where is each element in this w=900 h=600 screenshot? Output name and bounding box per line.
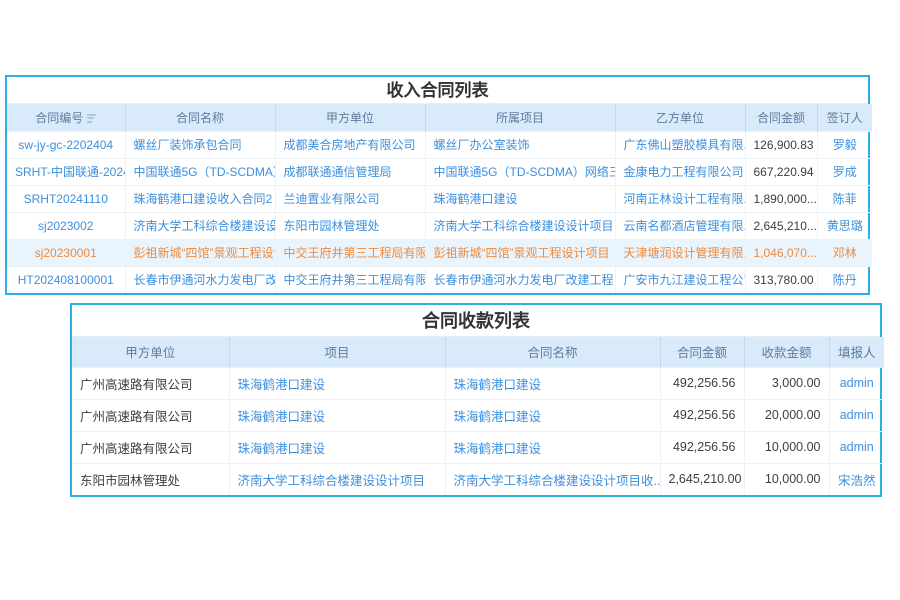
col-header-project: 项目 [229, 337, 445, 367]
col-header-party-b: 乙方单位 [615, 104, 745, 131]
party-b-cell[interactable]: 金康电力工程有限公司 [615, 158, 745, 185]
table-row[interactable]: SRHT-中国联通-2024... 中国联通5G（TD-SCDMA）... 成都… [7, 158, 872, 185]
contract-name-link[interactable]: 珠海鹤港口建设 [445, 431, 660, 463]
project-cell[interactable]: 济南大学工科综合楼建设设计项目 [425, 212, 615, 239]
project-cell[interactable]: 螺丝厂办公室装饰 [425, 131, 615, 158]
col-header-contract-name: 合同名称 [445, 337, 660, 367]
contract-code-link[interactable]: sw-jy-gc-2202404 [7, 131, 125, 158]
contract-receipt-panel: 合同收款列表 甲方单位 项目 合同名称 合同金额 收款金额 填报人 广州高速路有… [70, 303, 882, 497]
contract-name-link[interactable]: 济南大学工科综合楼建设设计项目收... [445, 463, 660, 495]
amount-cell: 126,900.83 [745, 131, 817, 158]
project-link[interactable]: 珠海鹤港口建设 [229, 431, 445, 463]
party-b-cell[interactable]: 广安市九江建设工程公司 [615, 266, 745, 293]
project-cell[interactable]: 珠海鹤港口建设 [425, 185, 615, 212]
reporter-link[interactable]: admin [829, 399, 884, 431]
income-table-title: 收入合同列表 [7, 77, 868, 104]
contract-receipt-table: 甲方单位 项目 合同名称 合同金额 收款金额 填报人 广州高速路有限公司 珠海鹤… [72, 337, 884, 495]
receipt-header-row: 甲方单位 项目 合同名称 合同金额 收款金额 填报人 [72, 337, 884, 367]
received-amount-cell: 10,000.00 [744, 463, 829, 495]
col-header-received-amount: 收款金额 [744, 337, 829, 367]
col-header-contract-code[interactable]: 合同编号 [7, 104, 125, 131]
party-a-cell: 广州高速路有限公司 [72, 367, 229, 399]
col-header-contract-name: 合同名称 [125, 104, 275, 131]
party-a-cell[interactable]: 东阳市园林管理处 [275, 212, 425, 239]
signer-cell[interactable]: 陈菲 [817, 185, 872, 212]
contract-name-link[interactable]: 珠海鹤港口建设 [445, 399, 660, 431]
signer-cell[interactable]: 黄思璐 [817, 212, 872, 239]
contract-code-link[interactable]: sj20230001 [7, 239, 125, 266]
reporter-link[interactable]: 宋浩然 [829, 463, 884, 495]
party-a-cell[interactable]: 中交王府井第三工程局有限... [275, 239, 425, 266]
project-link[interactable]: 济南大学工科综合楼建设设计项目 [229, 463, 445, 495]
contract-amount-cell: 492,256.56 [660, 431, 744, 463]
col-header-contract-amount: 合同金额 [660, 337, 744, 367]
contract-code-link[interactable]: HT202408100001 [7, 266, 125, 293]
table-row[interactable]: 广州高速路有限公司 珠海鹤港口建设 珠海鹤港口建设 492,256.56 3,0… [72, 367, 884, 399]
project-link[interactable]: 珠海鹤港口建设 [229, 367, 445, 399]
contract-amount-cell: 492,256.56 [660, 399, 744, 431]
contract-name-link[interactable]: 珠海鹤港口建设收入合同2 [125, 185, 275, 212]
contract-name-link[interactable]: 螺丝厂装饰承包合同 [125, 131, 275, 158]
party-b-cell[interactable]: 河南正林设计工程有限... [615, 185, 745, 212]
table-row-highlighted[interactable]: sj20230001 彭祖新城“四馆”景观工程设计... 中交王府井第三工程局有… [7, 239, 872, 266]
col-header-signer: 签订人 [817, 104, 872, 131]
table-row[interactable]: 东阳市园林管理处 济南大学工科综合楼建设设计项目 济南大学工科综合楼建设设计项目… [72, 463, 884, 495]
project-link[interactable]: 珠海鹤港口建设 [229, 399, 445, 431]
contract-code-link[interactable]: SRHT-中国联通-2024... [7, 158, 125, 185]
amount-cell: 1,890,000... [745, 185, 817, 212]
contract-amount-cell: 492,256.56 [660, 367, 744, 399]
party-a-cell: 广州高速路有限公司 [72, 431, 229, 463]
amount-cell: 2,645,210... [745, 212, 817, 239]
table-row[interactable]: 广州高速路有限公司 珠海鹤港口建设 珠海鹤港口建设 492,256.56 20,… [72, 399, 884, 431]
contract-name-link[interactable]: 彭祖新城“四馆”景观工程设计... [125, 239, 275, 266]
party-b-cell[interactable]: 云南名都酒店管理有限... [615, 212, 745, 239]
contract-code-link[interactable]: sj2023002 [7, 212, 125, 239]
reporter-link[interactable]: admin [829, 367, 884, 399]
project-cell[interactable]: 中国联通5G（TD-SCDMA）网络三... [425, 158, 615, 185]
col-header-label: 合同编号 [35, 111, 83, 125]
received-amount-cell: 20,000.00 [744, 399, 829, 431]
party-a-cell: 东阳市园林管理处 [72, 463, 229, 495]
received-amount-cell: 3,000.00 [744, 367, 829, 399]
amount-cell: 667,220.94 [745, 158, 817, 185]
amount-cell: 313,780.00 [745, 266, 817, 293]
sort-icon[interactable] [87, 112, 96, 123]
signer-cell[interactable]: 邓林 [817, 239, 872, 266]
col-header-amount: 合同金额 [745, 104, 817, 131]
income-contract-table: 合同编号 合同名称 甲方单位 所属项目 乙方单位 合同金额 签订人 sw-jy-… [7, 104, 872, 293]
signer-cell[interactable]: 罗成 [817, 158, 872, 185]
reporter-link[interactable]: admin [829, 431, 884, 463]
received-amount-cell: 10,000.00 [744, 431, 829, 463]
income-contract-panel: 收入合同列表 合同编号 合同名称 甲方单位 所属项目 乙方单位 合同金额 签订人… [5, 75, 870, 295]
contract-code-link[interactable]: SRHT20241110 [7, 185, 125, 212]
project-cell[interactable]: 长春市伊通河水力发电厂改建工程 [425, 266, 615, 293]
signer-cell[interactable]: 罗毅 [817, 131, 872, 158]
project-cell[interactable]: 彭祖新城“四馆”景观工程设计项目 [425, 239, 615, 266]
table-row[interactable]: HT202408100001 长春市伊通河水力发电厂改... 中交王府井第三工程… [7, 266, 872, 293]
receipt-table-title: 合同收款列表 [72, 305, 880, 337]
col-header-party-a: 甲方单位 [72, 337, 229, 367]
contract-name-link[interactable]: 长春市伊通河水力发电厂改... [125, 266, 275, 293]
table-row[interactable]: sj2023002 济南大学工科综合楼建设设... 东阳市园林管理处 济南大学工… [7, 212, 872, 239]
signer-cell[interactable]: 陈丹 [817, 266, 872, 293]
party-a-cell[interactable]: 兰迪置业有限公司 [275, 185, 425, 212]
income-header-row: 合同编号 合同名称 甲方单位 所属项目 乙方单位 合同金额 签订人 [7, 104, 872, 131]
col-header-project: 所属项目 [425, 104, 615, 131]
amount-cell: 1,046,070... [745, 239, 817, 266]
table-row[interactable]: 广州高速路有限公司 珠海鹤港口建设 珠海鹤港口建设 492,256.56 10,… [72, 431, 884, 463]
col-header-reporter: 填报人 [829, 337, 884, 367]
party-a-cell[interactable]: 中交王府井第三工程局有限... [275, 266, 425, 293]
table-row[interactable]: SRHT20241110 珠海鹤港口建设收入合同2 兰迪置业有限公司 珠海鹤港口… [7, 185, 872, 212]
contract-amount-cell: 2,645,210.00 [660, 463, 744, 495]
col-header-party-a: 甲方单位 [275, 104, 425, 131]
table-row[interactable]: sw-jy-gc-2202404 螺丝厂装饰承包合同 成都美合房地产有限公司 螺… [7, 131, 872, 158]
contract-name-link[interactable]: 济南大学工科综合楼建设设... [125, 212, 275, 239]
party-b-cell[interactable]: 天津塘润设计管理有限... [615, 239, 745, 266]
party-a-cell[interactable]: 成都美合房地产有限公司 [275, 131, 425, 158]
party-a-cell[interactable]: 成都联通通信管理局 [275, 158, 425, 185]
contract-name-link[interactable]: 中国联通5G（TD-SCDMA）... [125, 158, 275, 185]
contract-name-link[interactable]: 珠海鹤港口建设 [445, 367, 660, 399]
party-a-cell: 广州高速路有限公司 [72, 399, 229, 431]
party-b-cell[interactable]: 广东佛山塑胶模具有限... [615, 131, 745, 158]
